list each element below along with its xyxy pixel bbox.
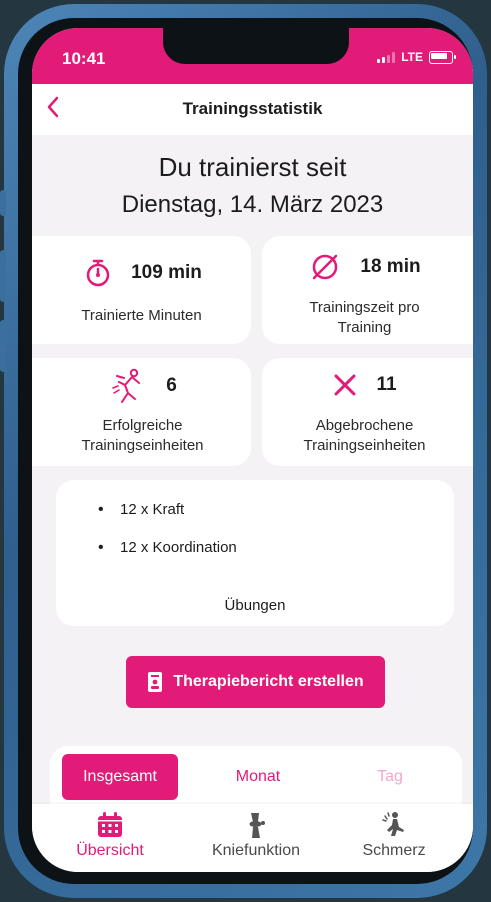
create-report-label: Therapiebericht erstellen bbox=[173, 673, 364, 690]
page-title: Trainingsstatistik bbox=[182, 99, 323, 118]
stat-label-line2: Training bbox=[337, 319, 392, 336]
notch bbox=[163, 28, 349, 64]
segment-total[interactable]: Insgesamt bbox=[62, 754, 178, 800]
stat-value: 109 min bbox=[131, 262, 202, 283]
exercise-person-icon bbox=[112, 368, 141, 403]
knee-icon bbox=[249, 813, 265, 838]
pain-icon bbox=[382, 812, 404, 836]
stat-card-minutes: 109 min Trainierte Minuten bbox=[32, 236, 251, 344]
training-since-heading: Du trainierst seit bbox=[158, 152, 347, 182]
stat-value-row: 11 bbox=[262, 372, 467, 398]
report-icon bbox=[148, 672, 163, 692]
stopwatch-icon bbox=[86, 259, 110, 287]
tab-pain[interactable]: Schmerz bbox=[334, 810, 454, 860]
stat-value-row: 6 bbox=[54, 366, 231, 406]
tab-label: Schmerz bbox=[362, 842, 426, 859]
stat-card-successful: 6 Erfolgreiche Trainingseinheiten bbox=[32, 358, 251, 466]
tab-label: Übersicht bbox=[76, 842, 144, 859]
stat-value-row: 18 min bbox=[262, 250, 467, 284]
stat-label-line1: Trainingszeit pro bbox=[309, 299, 420, 316]
signal-icon bbox=[377, 51, 396, 63]
stat-label: Trainierte Minuten bbox=[81, 307, 202, 324]
phone-side-button bbox=[0, 190, 6, 216]
tab-overview[interactable]: Übersicht bbox=[50, 810, 170, 860]
exercises-card: 12 x Kraft 12 x Koordination Übungen bbox=[56, 480, 454, 626]
stat-value-row: 109 min bbox=[54, 258, 231, 288]
stat-value: 18 min bbox=[360, 256, 421, 277]
stat-value: 6 bbox=[166, 375, 177, 396]
tab-bar: Übersicht Kniefunktion Schmerz bbox=[32, 804, 473, 872]
exercise-list: 12 x Kraft 12 x Koordination bbox=[98, 500, 237, 576]
tab-label: Kniefunktion bbox=[211, 842, 301, 859]
cross-icon bbox=[334, 374, 356, 396]
stat-label-line2: Trainingseinheiten bbox=[81, 437, 204, 454]
exercises-title: Übungen bbox=[224, 597, 286, 614]
status-indicators: LTE bbox=[377, 50, 456, 64]
training-since-date: Dienstag, 14. März 2023 bbox=[121, 191, 384, 218]
calendar-icon bbox=[98, 812, 122, 837]
segment-month[interactable]: Monat bbox=[200, 754, 316, 800]
network-label: LTE bbox=[401, 50, 423, 64]
phone-side-button bbox=[0, 320, 6, 372]
exercise-item: 12 x Koordination bbox=[98, 538, 237, 576]
stat-card-aborted: 11 Abgebrochene Trainingseinheiten bbox=[262, 358, 473, 466]
stat-label-line1: Abgebrochene bbox=[315, 417, 414, 434]
battery-icon bbox=[429, 50, 456, 64]
stat-label-line1: Erfolgreiche bbox=[102, 417, 183, 434]
navigation-bar: Trainingsstatistik bbox=[32, 84, 473, 135]
tab-knee-function[interactable]: Kniefunktion bbox=[196, 810, 316, 860]
stat-label-line2: Trainingseinheiten bbox=[303, 437, 426, 454]
stat-card-average: 18 min Trainingszeit pro Training bbox=[262, 236, 473, 344]
create-report-button[interactable]: Therapiebericht erstellen bbox=[126, 656, 385, 708]
average-icon bbox=[313, 254, 338, 280]
phone-side-button bbox=[0, 250, 6, 302]
segment-day[interactable]: Tag bbox=[332, 754, 448, 800]
stat-value: 11 bbox=[376, 374, 397, 395]
app-screen: 10:41 LTE Trainingsstatistik Du trainier… bbox=[32, 28, 473, 872]
status-time: 10:41 bbox=[62, 49, 106, 68]
exercise-item: 12 x Kraft bbox=[98, 500, 237, 538]
period-segmented-control: Insgesamt Monat Tag bbox=[50, 746, 462, 806]
